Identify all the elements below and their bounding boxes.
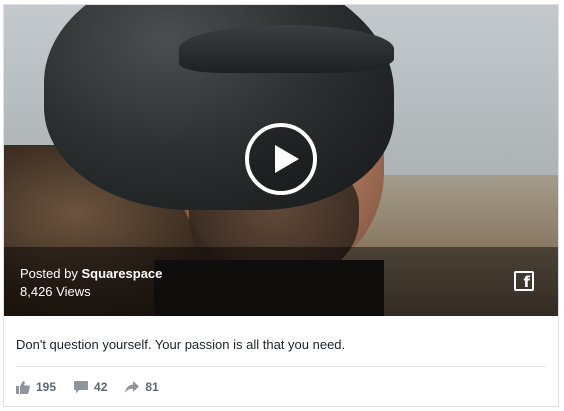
share-count-button[interactable]: 81	[125, 380, 159, 394]
comment-count-button[interactable]: 42	[74, 380, 107, 394]
play-icon	[275, 145, 299, 173]
like-count-button[interactable]: 195	[16, 380, 56, 394]
author-link[interactable]: Squarespace	[81, 266, 162, 281]
video-post-card: Posted by Squarespace 8,426 Views f Don'…	[3, 4, 559, 407]
video-frame-helmet-rim	[179, 25, 394, 73]
thumbs-up-icon	[16, 380, 30, 394]
share-arrow-icon	[125, 381, 140, 393]
posted-by: Posted by Squarespace	[20, 266, 162, 282]
video-player[interactable]: Posted by Squarespace 8,426 Views f	[4, 5, 558, 316]
facebook-icon[interactable]: f	[514, 271, 534, 291]
view-count: 8,426 Views	[20, 284, 91, 299]
comment-icon	[74, 380, 89, 393]
like-count: 195	[36, 380, 57, 394]
comment-count: 42	[94, 380, 108, 394]
posted-by-label: Posted by	[20, 266, 78, 281]
engagement-stats: 195 42 81	[16, 378, 177, 396]
play-button[interactable]	[245, 123, 317, 195]
post-caption: Don't question yourself. Your passion is…	[16, 337, 346, 352]
share-count: 81	[145, 380, 159, 394]
divider	[16, 366, 546, 367]
